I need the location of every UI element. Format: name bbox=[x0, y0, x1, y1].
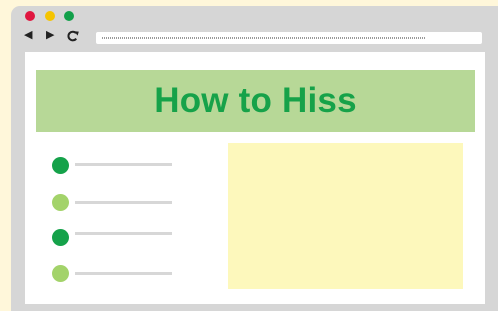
image-placeholder bbox=[228, 143, 463, 289]
forward-arrow-icon[interactable]: ▶ bbox=[46, 29, 54, 41]
list-bullet-icon bbox=[52, 229, 69, 246]
list-bullet-icon bbox=[52, 157, 69, 174]
address-bar-text bbox=[102, 37, 426, 39]
list-item-text bbox=[75, 201, 172, 204]
minimize-window-icon[interactable] bbox=[45, 11, 55, 21]
page-title: How to Hiss bbox=[154, 81, 357, 120]
page-banner: How to Hiss bbox=[36, 70, 475, 132]
zoom-window-icon[interactable] bbox=[64, 11, 74, 21]
list-bullet-icon bbox=[52, 265, 69, 282]
list-item-text bbox=[75, 232, 172, 235]
close-window-icon[interactable] bbox=[25, 11, 35, 21]
list-item-text bbox=[75, 272, 172, 275]
list-item-text bbox=[75, 163, 172, 166]
list-bullet-icon bbox=[52, 194, 69, 211]
reload-icon[interactable] bbox=[66, 30, 80, 42]
back-arrow-icon[interactable]: ◀ bbox=[24, 29, 32, 41]
address-bar[interactable] bbox=[96, 32, 482, 44]
